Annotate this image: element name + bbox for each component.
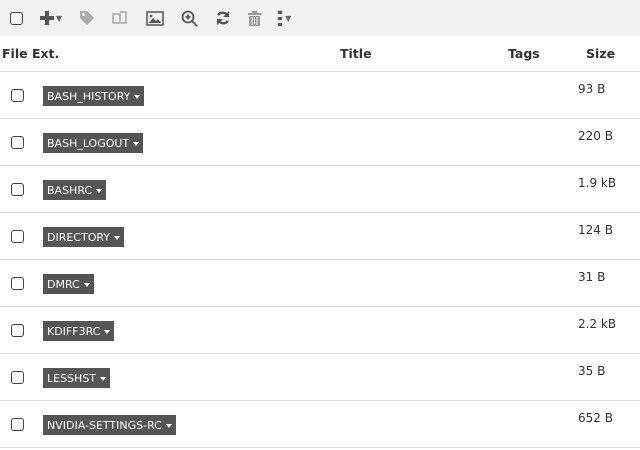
- table-row[interactable]: BASH_LOGOUT 220 B: [0, 119, 640, 166]
- row-checkbox[interactable]: [11, 183, 24, 196]
- tag-icon: [80, 11, 95, 25]
- table-row[interactable]: DIRECTORY 124 B: [0, 213, 640, 260]
- file-size: 124 B: [578, 223, 613, 237]
- refresh-icon: [217, 11, 230, 25]
- file-ext-dropdown[interactable]: DMRC: [43, 274, 94, 294]
- image-button[interactable]: [146, 0, 164, 36]
- zoom-in-icon: [181, 10, 198, 27]
- row-checkbox[interactable]: [11, 277, 24, 290]
- more-button[interactable]: ▼: [278, 0, 291, 36]
- table-row[interactable]: KDIFF3RC 2.2 kB: [0, 307, 640, 354]
- plus-icon: [40, 11, 54, 25]
- tag-button[interactable]: [79, 0, 95, 36]
- delete-button[interactable]: [248, 0, 262, 36]
- table-row[interactable]: BASHRC 1.9 kB: [0, 166, 640, 213]
- add-button[interactable]: ▼: [40, 0, 62, 36]
- row-checkbox[interactable]: [11, 324, 24, 337]
- refresh-button[interactable]: [215, 0, 231, 36]
- table-row[interactable]: DMRC 31 B: [0, 260, 640, 307]
- header-title[interactable]: Title: [340, 46, 372, 61]
- file-ext-dropdown[interactable]: BASH_HISTORY: [43, 86, 145, 106]
- file-ext-dropdown[interactable]: DIRECTORY: [43, 227, 125, 247]
- toolbar: ▼ ▼: [0, 0, 640, 36]
- row-checkbox[interactable]: [11, 89, 24, 102]
- copy-button[interactable]: [112, 0, 129, 36]
- table-row[interactable]: LESSHST 35 B: [0, 354, 640, 401]
- file-ext-dropdown[interactable]: BASH_LOGOUT: [43, 133, 144, 153]
- row-checkbox[interactable]: [11, 230, 24, 243]
- file-size: 220 B: [578, 129, 613, 143]
- table-row[interactable]: NVIDIA-SETTINGS-RC 652 B: [0, 401, 640, 448]
- header-size[interactable]: Size: [586, 46, 615, 61]
- file-ext-dropdown[interactable]: KDIFF3RC: [43, 321, 115, 341]
- file-size: 2.2 kB: [578, 317, 617, 331]
- trash-icon: [248, 10, 262, 26]
- copy-icon: [112, 10, 127, 24]
- file-ext-dropdown[interactable]: BASHRC: [43, 180, 107, 200]
- select-all-checkbox[interactable]: [10, 0, 23, 36]
- file-size: 652 B: [578, 411, 613, 425]
- table-header: File Ext. Title Tags Size: [0, 36, 640, 72]
- file-ext-dropdown[interactable]: LESSHST: [43, 368, 111, 388]
- header-tags[interactable]: Tags: [508, 46, 540, 61]
- zoom-button[interactable]: [181, 0, 198, 36]
- table-row[interactable]: BASH_HISTORY 93 B: [0, 72, 640, 119]
- file-size: 31 B: [578, 270, 606, 284]
- file-ext-dropdown[interactable]: NVIDIA-SETTINGS-RC: [43, 415, 176, 435]
- row-checkbox[interactable]: [11, 136, 24, 149]
- file-size: 93 B: [578, 82, 606, 96]
- row-checkbox[interactable]: [11, 418, 24, 431]
- file-size: 35 B: [578, 364, 606, 378]
- file-size: 1.9 kB: [578, 176, 617, 190]
- image-icon: [146, 10, 164, 26]
- header-file-ext[interactable]: File Ext.: [2, 46, 59, 61]
- more-icon: [278, 10, 283, 26]
- row-checkbox[interactable]: [11, 371, 24, 384]
